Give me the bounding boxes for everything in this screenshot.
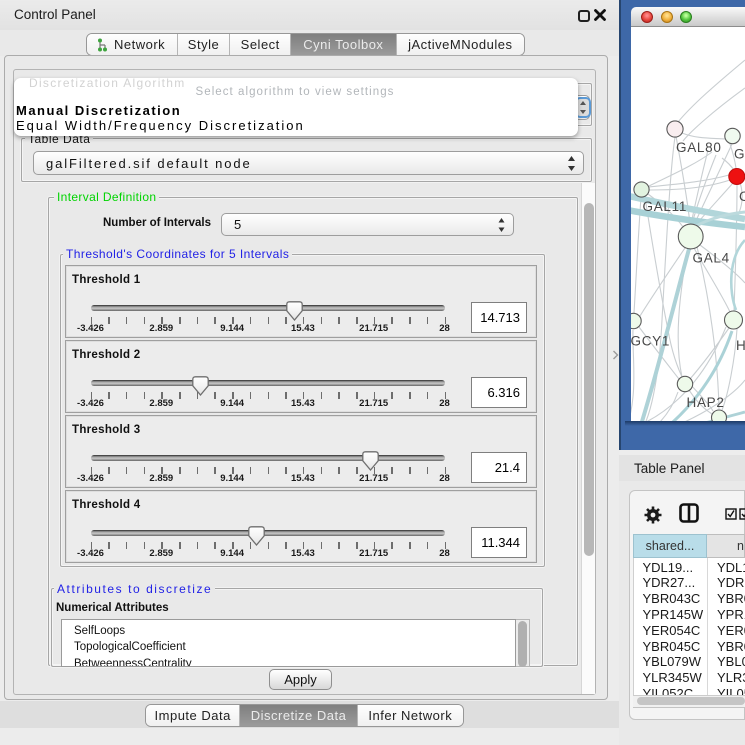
svg-text:C: C	[739, 189, 745, 204]
svg-text:GAL80: GAL80	[676, 140, 722, 155]
svg-text:HAP2: HAP2	[687, 395, 725, 410]
svg-text:GAL11: GAL11	[643, 199, 688, 214]
svg-text:GA: GA	[734, 147, 745, 162]
svg-text:GAL4: GAL4	[693, 251, 730, 266]
svg-text:GCY1: GCY1	[631, 334, 670, 349]
svg-text:HA: HA	[736, 338, 745, 353]
